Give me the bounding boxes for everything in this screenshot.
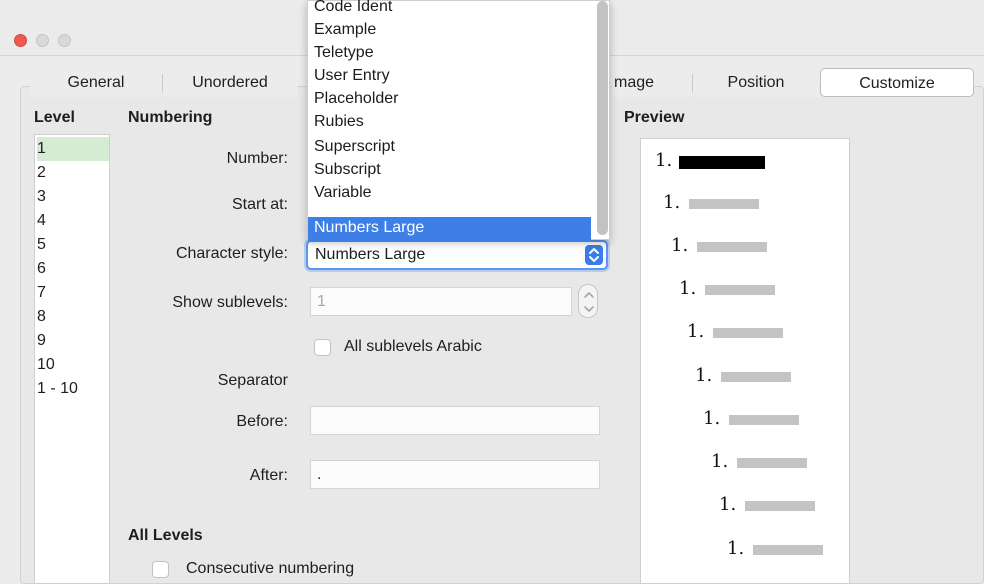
dropdown-item[interactable]: Superscript [308, 135, 591, 159]
dropdown-item[interactable]: Teletype [308, 41, 591, 65]
after-field[interactable]: . [310, 460, 600, 489]
consecutive-numbering-checkbox[interactable] [152, 561, 169, 578]
preview-pane: 1. 1. 1. 1. 1. 1. 1. 1. 1. 1. [640, 138, 850, 584]
preview-text-placeholder [697, 242, 767, 252]
preview-text-placeholder [729, 415, 799, 425]
level-item-5[interactable]: 5 [37, 233, 109, 257]
level-item-2[interactable]: 2 [37, 161, 109, 185]
preview-text-placeholder [679, 156, 765, 169]
preview-number: 1. [703, 408, 721, 429]
dropdown-item[interactable]: Rubies [308, 110, 591, 134]
all-levels-heading: All Levels [128, 527, 203, 544]
preview-text-placeholder [737, 458, 807, 468]
preview-number: 1. [695, 365, 713, 386]
dropdown-scrollbar[interactable] [597, 1, 608, 235]
preview-text-placeholder [745, 501, 815, 511]
dropdown-item[interactable]: Code Ident [308, 0, 591, 19]
level-item-10[interactable]: 10 [37, 353, 109, 377]
preview-number: 1. [679, 278, 697, 299]
close-window-button[interactable] [14, 34, 27, 47]
character-style-dropdown-list[interactable]: Code Ident Example Teletype User Entry P… [307, 0, 610, 241]
preview-number: 1. [671, 235, 689, 256]
preview-text-placeholder [689, 199, 759, 209]
tab-unordered[interactable]: Unordered [163, 68, 297, 97]
preview-text-placeholder [721, 372, 791, 382]
character-style-label: Character style: [175, 245, 288, 262]
dropdown-item[interactable]: Placeholder [308, 87, 591, 111]
preview-number: 1. [711, 451, 729, 472]
zoom-window-button[interactable] [58, 34, 71, 47]
start-at-label: Start at: [231, 196, 288, 213]
tab-image[interactable]: mage [612, 68, 692, 97]
level-item-all[interactable]: 1 - 10 [37, 377, 109, 401]
show-sublevels-label: Show sublevels: [172, 294, 288, 311]
minimize-window-button[interactable] [36, 34, 49, 47]
dropdown-item[interactable]: Example [308, 18, 591, 42]
consecutive-numbering-label: Consecutive numbering [186, 560, 355, 577]
dropdown-item[interactable]: Subscript [308, 158, 591, 182]
level-item-7[interactable]: 7 [37, 281, 109, 305]
level-item-3[interactable]: 3 [37, 185, 109, 209]
level-list[interactable]: 1 2 3 4 5 6 7 8 9 10 1 - 10 [34, 134, 110, 584]
preview-number: 1. [663, 192, 681, 213]
character-style-value: Numbers Large [315, 246, 426, 263]
preview-number: 1. [719, 494, 737, 515]
show-sublevels-stepper[interactable] [578, 284, 598, 318]
preview-text-placeholder [713, 328, 783, 338]
tab-customize[interactable]: Customize [820, 68, 974, 97]
numbering-heading: Numbering [128, 109, 213, 126]
all-sublevels-arabic-checkbox[interactable] [314, 339, 331, 356]
level-item-6[interactable]: 6 [37, 257, 109, 281]
preview-number: 1. [687, 321, 705, 342]
dropdown-item-highlighted[interactable]: Numbers Large [308, 217, 591, 241]
separator-heading: Separator [217, 372, 288, 389]
level-item-8[interactable]: 8 [37, 305, 109, 329]
preview-text-placeholder [753, 545, 823, 555]
level-heading: Level [34, 109, 75, 126]
level-item-4[interactable]: 4 [37, 209, 109, 233]
preview-number: 1. [727, 538, 745, 559]
dropdown-item[interactable]: User Entry [308, 64, 591, 88]
all-sublevels-arabic-label: All sublevels Arabic [344, 338, 482, 355]
preview-number: 1. [655, 150, 673, 171]
before-label: Before: [236, 413, 288, 430]
preview-text-placeholder [705, 285, 775, 295]
chevron-updown-icon[interactable] [585, 245, 603, 265]
number-label: Number: [226, 150, 288, 167]
before-field[interactable] [310, 406, 600, 435]
tab-position[interactable]: Position [693, 68, 819, 97]
tab-general[interactable]: General [30, 68, 162, 97]
preview-heading: Preview [624, 109, 685, 126]
level-item-1[interactable]: 1 [37, 137, 109, 161]
character-style-select[interactable]: Numbers Large [306, 240, 608, 270]
dropdown-item[interactable]: Variable [308, 181, 591, 205]
level-item-9[interactable]: 9 [37, 329, 109, 353]
after-label: After: [249, 467, 288, 484]
show-sublevels-field[interactable]: 1 [310, 287, 572, 316]
